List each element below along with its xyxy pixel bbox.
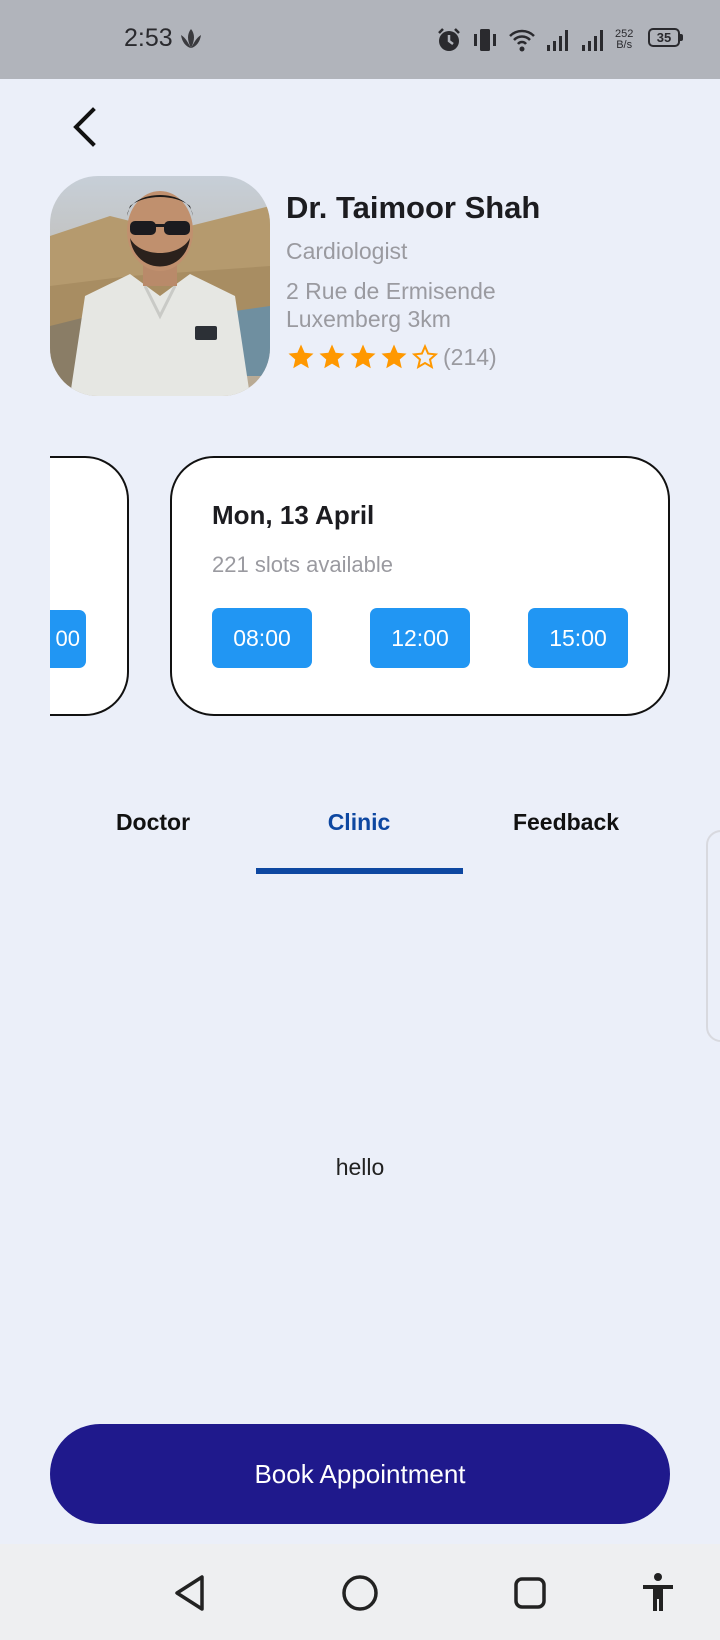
slot-date: Mon, 13 April bbox=[212, 500, 375, 530]
network-speed: 252 B/s bbox=[615, 29, 633, 51]
status-time: 2:53 bbox=[124, 24, 173, 52]
network-speed-unit: B/s bbox=[616, 39, 633, 51]
nav-home-button[interactable] bbox=[335, 1568, 385, 1618]
alarm-icon bbox=[438, 28, 460, 51]
tab-feedback[interactable]: Feedback bbox=[463, 800, 669, 876]
nav-recents-button[interactable] bbox=[505, 1568, 555, 1618]
signal-icon bbox=[582, 30, 603, 51]
time-slot-button[interactable]: 15:00 bbox=[528, 608, 628, 668]
wifi-icon bbox=[509, 29, 535, 52]
slots-available: 221 slots available bbox=[212, 552, 394, 577]
time-slot-button[interactable]: 08:00 bbox=[212, 608, 312, 668]
time-slot-button[interactable]: 00 bbox=[50, 610, 86, 668]
slot-card: Mon, 13 April 221 slots available 08:00 … bbox=[170, 456, 670, 716]
doctor-avatar bbox=[50, 176, 270, 396]
review-count: (214) bbox=[443, 343, 497, 370]
rating-row: (214) bbox=[286, 342, 497, 372]
nav-back-button[interactable] bbox=[166, 1568, 216, 1618]
leaf-icon bbox=[181, 29, 201, 48]
star-filled-icon bbox=[319, 344, 345, 369]
star-outline-icon bbox=[411, 343, 439, 370]
tab-doctor[interactable]: Doctor bbox=[50, 800, 256, 876]
star-filled-icon bbox=[288, 344, 314, 369]
book-appointment-button[interactable]: Book Appointment bbox=[50, 1424, 670, 1524]
tab-content-text: hello bbox=[335, 1154, 385, 1180]
circle-home-icon bbox=[342, 1575, 378, 1611]
status-icons: 252 B/s bbox=[436, 24, 633, 56]
slot-card-previous[interactable]: 00 bbox=[50, 456, 129, 716]
battery-icon: 35 bbox=[648, 28, 683, 47]
star-filled-icon bbox=[381, 344, 407, 369]
tab-bar: Doctor Clinic Feedback bbox=[50, 800, 670, 876]
triangle-back-icon bbox=[175, 1575, 204, 1611]
nav-accessibility-button[interactable] bbox=[633, 1568, 683, 1618]
star-filled-icon bbox=[350, 344, 376, 369]
signal-icon bbox=[547, 30, 568, 51]
vibrate-icon bbox=[474, 29, 496, 51]
doctor-name: Dr. Taimoor Shah bbox=[286, 190, 541, 225]
back-arrow-icon bbox=[73, 107, 96, 147]
back-button[interactable] bbox=[62, 102, 112, 152]
side-panel-handle[interactable] bbox=[706, 830, 720, 1042]
doctor-specialty: Cardiologist bbox=[286, 238, 408, 264]
address-line-1: 2 Rue de Ermisende bbox=[286, 278, 496, 304]
navigation-bar bbox=[0, 1544, 720, 1640]
tab-indicator bbox=[256, 868, 463, 874]
doctor-address: 2 Rue de Ermisende Luxemberg 3km bbox=[286, 277, 496, 333]
accessibility-icon bbox=[643, 1573, 673, 1611]
time-slot-button[interactable]: 12:00 bbox=[370, 608, 470, 668]
tab-clinic[interactable]: Clinic bbox=[256, 800, 462, 876]
square-recents-icon bbox=[514, 1577, 546, 1609]
address-line-2: Luxemberg 3km bbox=[286, 306, 451, 332]
status-bar: 2:53 252 B/s 35 bbox=[0, 0, 720, 79]
